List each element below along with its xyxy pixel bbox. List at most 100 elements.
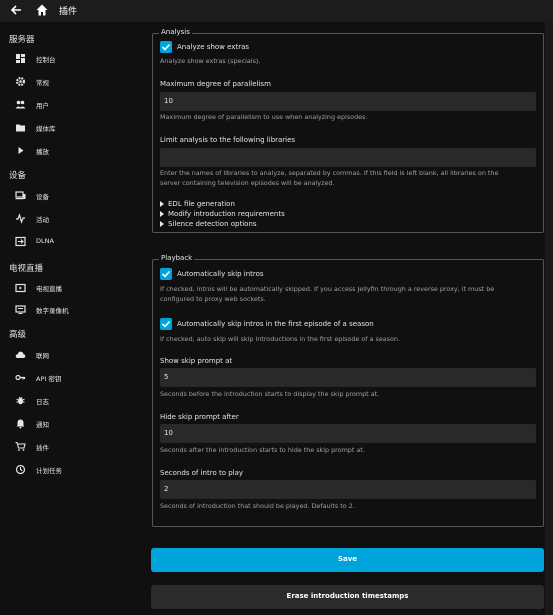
checkbox-label: Analyze show extras — [177, 43, 250, 51]
sidebar-item-label: API 密钥 — [36, 375, 62, 383]
edl-disclosure[interactable]: EDL file generation — [160, 200, 235, 208]
sidebar-item-label: 常规 — [36, 79, 49, 87]
page-title: 插件 — [59, 7, 78, 17]
sidebar-item-label: 设备 — [36, 193, 49, 201]
sidebar-item-scheduled-tasks[interactable]: 计划任务 — [0, 462, 148, 478]
hide-prompt-label: Hide skip prompt after — [160, 413, 239, 421]
checkbox-checked-icon[interactable] — [160, 41, 172, 53]
sidebar-item-label: 活动 — [36, 216, 49, 224]
max-parallelism-label: Maximum degree of parallelism — [160, 80, 271, 88]
key-icon — [15, 374, 26, 381]
auto-skip-first-episode-checkbox[interactable]: Automatically skip intros in the first e… — [160, 318, 460, 332]
intro-seconds-label: Seconds of intro to play — [160, 469, 244, 477]
sidebar-item-libraries[interactable]: 媒体库 — [0, 120, 148, 136]
sidebar-item-label: 用户 — [36, 102, 49, 110]
dashboard-icon — [16, 54, 25, 63]
sidebar-item-networking[interactable]: 联网 — [0, 347, 148, 363]
help-text: Maximum degree of parallelism to use whe… — [160, 113, 368, 121]
help-text: Enter the names of libraries to analyze,… — [160, 169, 499, 177]
checkbox-checked-icon[interactable] — [160, 318, 172, 330]
help-text: configured to proxy web sockets. — [160, 295, 266, 303]
erase-button-label: Erase introduction timestamps — [286, 592, 409, 600]
help-text: Analyze show extras (specials). — [160, 57, 261, 65]
activity-icon — [16, 213, 25, 224]
sidebar-item-label: 电视直播 — [36, 285, 62, 293]
arrow-left-icon[interactable] — [9, 3, 23, 17]
sidebar-item-label: 联网 — [36, 352, 49, 360]
users-icon — [15, 100, 26, 109]
sidebar-item-live-tv[interactable]: 电视直播 — [0, 280, 148, 296]
cart-icon — [15, 441, 26, 451]
intro-requirements-disclosure[interactable]: Modify introduction requirements — [160, 210, 285, 218]
bug-icon — [16, 396, 25, 405]
show-prompt-input[interactable]: 5 — [160, 368, 536, 387]
sidebar-item-label: 插件 — [36, 444, 49, 452]
disclosure-triangle-icon — [160, 221, 164, 227]
show-prompt-label: Show skip prompt at — [160, 357, 233, 365]
sidebar-item-users[interactable]: 用户 — [0, 97, 148, 113]
sidebar-item-activity[interactable]: 活动 — [0, 211, 148, 227]
sidebar-item-api-keys[interactable]: API 密钥 — [0, 370, 148, 386]
sidebar-item-label: 数字录像机 — [36, 307, 69, 315]
sidebar-item-notifications[interactable]: 通知 — [0, 416, 148, 432]
sidebar-item-label: DLNA — [36, 237, 54, 245]
playback-fieldset: Playback Automatically skip intros If ch… — [152, 254, 544, 527]
sidebar-section-title: 服务器 — [9, 35, 35, 45]
analysis-fieldset: Analysis Analyze show extras Analyze sho… — [152, 28, 544, 233]
sidebar-item-label: 通知 — [36, 421, 49, 429]
sidebar-item-label: 媒体库 — [36, 125, 56, 133]
intro-seconds-input[interactable]: 2 — [160, 480, 536, 499]
sidebar-section-title: 高级 — [9, 330, 27, 340]
sidebar-item-dvr[interactable]: 数字录像机 — [0, 302, 148, 318]
sidebar-section-title: 电视直播 — [9, 264, 44, 274]
sidebar-section-title: 设备 — [9, 171, 27, 181]
play-icon — [18, 147, 24, 154]
devices-icon — [15, 191, 26, 200]
checkbox-label: Automatically skip intros in the first e… — [177, 320, 374, 328]
sidebar-item-label: 控制台 — [36, 56, 56, 64]
app-header: 插件 — [0, 0, 553, 22]
max-parallelism-input[interactable]: 10 — [160, 92, 536, 111]
limit-libraries-label: Limit analysis to the following librarie… — [160, 136, 296, 144]
gear-icon — [15, 76, 26, 87]
sidebar-item-playback[interactable]: 播放 — [0, 143, 148, 159]
scrollbar[interactable] — [545, 22, 553, 615]
limit-libraries-input[interactable] — [160, 148, 536, 167]
help-text: server containing television episodes wi… — [160, 179, 335, 187]
dlna-icon — [15, 236, 26, 247]
sidebar-item-devices[interactable]: 设备 — [0, 188, 148, 204]
erase-timestamps-button[interactable]: Erase introduction timestamps — [151, 585, 544, 609]
help-text: If checked, intros will be automatically… — [160, 285, 495, 293]
sidebar-item-logs[interactable]: 日志 — [0, 393, 148, 409]
sidebar-item-dashboard[interactable]: 控制台 — [0, 51, 148, 67]
save-button[interactable]: Save — [151, 548, 544, 572]
help-text: Seconds after the introduction starts to… — [160, 446, 365, 454]
analysis-legend: Analysis — [159, 28, 192, 36]
checkbox-checked-icon[interactable] — [160, 268, 172, 280]
save-button-label: Save — [337, 555, 358, 563]
help-text: Seconds before the introduction starts t… — [160, 390, 380, 398]
auto-skip-checkbox[interactable]: Automatically skip intros — [160, 268, 360, 282]
sidebar-item-general[interactable]: 常规 — [0, 74, 148, 90]
hide-prompt-input[interactable]: 10 — [160, 424, 536, 443]
cloud-icon — [15, 351, 26, 358]
sidebar-item-dlna[interactable]: DLNA — [0, 234, 148, 250]
live-tv-icon — [15, 283, 26, 293]
sidebar-item-label: 日志 — [36, 398, 49, 406]
clock-icon — [15, 464, 26, 475]
playback-legend: Playback — [159, 254, 195, 262]
bell-icon — [16, 419, 25, 429]
folder-icon — [16, 124, 25, 132]
disclosure-triangle-icon — [160, 211, 164, 217]
checkbox-label: Automatically skip intros — [177, 270, 264, 278]
disclosure-triangle-icon — [160, 201, 164, 207]
sidebar-item-label: 计划任务 — [36, 467, 62, 475]
sidebar-item-label: 播放 — [36, 148, 49, 156]
dvr-icon — [15, 305, 26, 314]
sidebar-item-plugins[interactable]: 插件 — [0, 439, 148, 455]
help-text: Seconds of introduction that should be p… — [160, 502, 355, 510]
home-icon[interactable] — [35, 3, 49, 17]
analyze-show-extras-checkbox[interactable]: Analyze show extras — [160, 41, 360, 55]
sidebar: 服务器 控制台 常规 用户 媒体库 播放 设备 设备 活动 DLNA 电视直播 … — [0, 22, 148, 615]
silence-detection-disclosure[interactable]: Silence detection options — [160, 220, 257, 228]
